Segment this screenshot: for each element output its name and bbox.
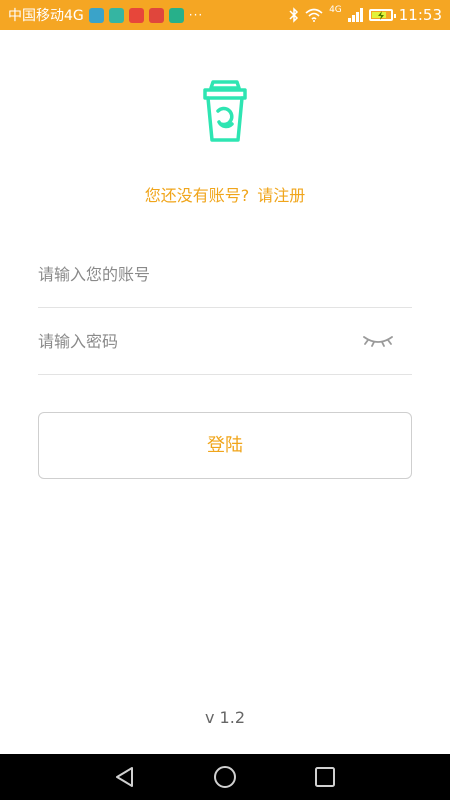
tree-icon bbox=[108, 7, 124, 23]
register-prompt: 您还没有账号? bbox=[144, 186, 250, 205]
weather-icon bbox=[88, 7, 104, 23]
back-triangle-icon[interactable] bbox=[113, 765, 137, 789]
signal-icon bbox=[347, 8, 363, 22]
account-field bbox=[38, 242, 412, 308]
alert-app-icon bbox=[148, 7, 164, 23]
password-input[interactable] bbox=[38, 309, 338, 373]
wifi-icon bbox=[305, 8, 323, 22]
lock-app-icon bbox=[128, 7, 144, 23]
status-left: 中国移动4G ··· bbox=[8, 0, 203, 30]
carrier-label: 中国移动4G bbox=[8, 8, 84, 24]
bluetooth-icon bbox=[289, 7, 299, 23]
navigation-bar bbox=[0, 754, 450, 800]
battery-icon bbox=[368, 9, 396, 21]
status-time: 11:53 bbox=[398, 6, 442, 24]
recents-square-icon[interactable] bbox=[313, 765, 337, 789]
version-label: v 1.2 bbox=[205, 708, 245, 727]
cup-icon bbox=[203, 80, 247, 142]
shield-app-icon bbox=[168, 7, 184, 23]
register-prompt-line: 您还没有账号? 请注册 bbox=[0, 182, 450, 206]
password-field bbox=[38, 309, 412, 375]
status-right: 4G 11:53 bbox=[289, 0, 442, 30]
more-notifications: ··· bbox=[188, 8, 204, 22]
eye-closed-icon[interactable] bbox=[362, 331, 394, 351]
home-circle-icon[interactable] bbox=[213, 765, 237, 789]
network-type-label: 4G bbox=[329, 5, 342, 15]
register-link[interactable]: 请注册 bbox=[257, 186, 305, 205]
login-button[interactable]: 登陆 bbox=[38, 412, 412, 479]
account-input[interactable] bbox=[38, 242, 338, 306]
status-bar: 中国移动4G ··· 4G 11:53 bbox=[0, 0, 450, 30]
